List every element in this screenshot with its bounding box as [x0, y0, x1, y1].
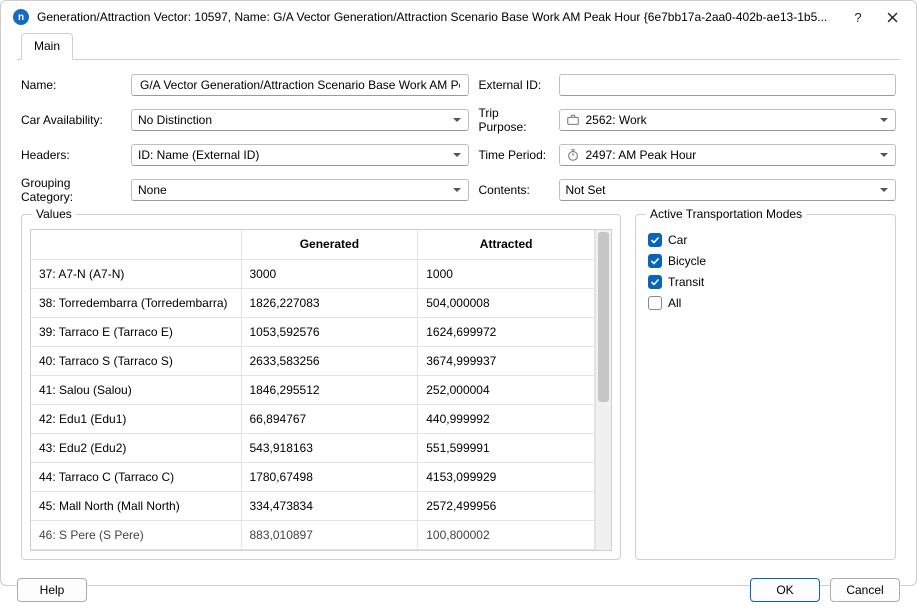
- table-row[interactable]: 41: Salou (Salou)1846,295512252,000004: [31, 375, 595, 404]
- row-label[interactable]: 41: Salou (Salou): [31, 375, 241, 404]
- cell-attracted[interactable]: 1624,699972: [418, 317, 595, 346]
- window-title: Generation/Attraction Vector: 10597, Nam…: [37, 10, 842, 24]
- help-icon[interactable]: ?: [850, 9, 866, 25]
- mode-item[interactable]: Car: [648, 231, 883, 249]
- modes-group: Active Transportation Modes CarBicycleTr…: [635, 214, 896, 560]
- checkbox[interactable]: [648, 275, 662, 289]
- time-period-combo[interactable]: 2497: AM Peak Hour: [559, 144, 897, 166]
- row-label[interactable]: 46: S Pere (S Pere): [31, 520, 241, 549]
- car-availability-combo[interactable]: No Distinction: [131, 109, 469, 131]
- table-row[interactable]: 37: A7-N (A7-N)30001000: [31, 259, 595, 288]
- cell-attracted[interactable]: 2572,499956: [418, 491, 595, 520]
- checkbox[interactable]: [648, 233, 662, 247]
- external-id-label: External ID:: [479, 78, 549, 92]
- cell-generated[interactable]: 334,473834: [241, 491, 418, 520]
- contents-combo[interactable]: Not Set: [559, 179, 897, 201]
- table-row[interactable]: 38: Torredembarra (Torredembarra)1826,22…: [31, 288, 595, 317]
- checkbox[interactable]: [648, 296, 662, 310]
- headers-value: ID: Name (External ID): [138, 148, 259, 162]
- modes-legend: Active Transportation Modes: [646, 207, 806, 221]
- cell-generated[interactable]: 883,010897: [241, 520, 418, 549]
- time-period-label: Time Period:: [479, 148, 549, 162]
- row-label[interactable]: 45: Mall North (Mall North): [31, 491, 241, 520]
- cell-attracted[interactable]: 504,000008: [418, 288, 595, 317]
- cell-attracted[interactable]: 3674,999937: [418, 346, 595, 375]
- values-group: Values Generated Attracted 37: A7-: [21, 214, 621, 560]
- cancel-button[interactable]: Cancel: [830, 578, 900, 602]
- table-row[interactable]: 45: Mall North (Mall North)334,473834257…: [31, 491, 595, 520]
- trip-purpose-value: 2562: Work: [586, 113, 647, 127]
- cell-generated[interactable]: 2633,583256: [241, 346, 418, 375]
- row-label[interactable]: 42: Edu1 (Edu1): [31, 404, 241, 433]
- cell-attracted[interactable]: 4153,099929: [418, 462, 595, 491]
- values-table[interactable]: Generated Attracted 37: A7-N (A7-N)30001…: [30, 229, 612, 551]
- mode-item[interactable]: Transit: [648, 273, 883, 291]
- stopwatch-icon: [566, 148, 580, 162]
- scrollbar-thumb[interactable]: [598, 232, 609, 402]
- row-label[interactable]: 38: Torredembarra (Torredembarra): [31, 288, 241, 317]
- cell-attracted[interactable]: 551,599991: [418, 433, 595, 462]
- external-id-input[interactable]: [559, 74, 897, 96]
- name-input[interactable]: [131, 74, 469, 96]
- checkbox[interactable]: [648, 254, 662, 268]
- contents-value: Not Set: [566, 183, 606, 197]
- row-label[interactable]: 39: Tarraco E (Tarraco E): [31, 317, 241, 346]
- help-button[interactable]: Help: [17, 578, 87, 602]
- time-period-value: 2497: AM Peak Hour: [586, 148, 697, 162]
- app-icon: n: [13, 9, 29, 25]
- trip-purpose-label: Trip Purpose:: [479, 106, 549, 134]
- name-label: Name:: [21, 78, 121, 92]
- mode-item[interactable]: All: [648, 294, 883, 312]
- cell-generated[interactable]: 1846,295512: [241, 375, 418, 404]
- headers-label: Headers:: [21, 148, 121, 162]
- grouping-category-combo[interactable]: None: [131, 179, 469, 201]
- row-label[interactable]: 40: Tarraco S (Tarraco S): [31, 346, 241, 375]
- cell-attracted[interactable]: 100,800002: [418, 520, 595, 549]
- cell-generated[interactable]: 66,894767: [241, 404, 418, 433]
- table-row[interactable]: 42: Edu1 (Edu1)66,894767440,999992: [31, 404, 595, 433]
- car-availability-label: Car Availability:: [21, 113, 121, 127]
- row-label[interactable]: 44: Tarraco C (Tarraco C): [31, 462, 241, 491]
- cell-generated[interactable]: 1053,592576: [241, 317, 418, 346]
- mode-label: Bicycle: [668, 254, 706, 268]
- row-label[interactable]: 37: A7-N (A7-N): [31, 259, 241, 288]
- row-label[interactable]: 43: Edu2 (Edu2): [31, 433, 241, 462]
- grouping-category-label: Grouping Category:: [21, 176, 121, 204]
- car-availability-value: No Distinction: [138, 113, 212, 127]
- cell-attracted[interactable]: 440,999992: [418, 404, 595, 433]
- col-generated[interactable]: Generated: [241, 230, 418, 259]
- cell-generated[interactable]: 3000: [241, 259, 418, 288]
- table-row[interactable]: 44: Tarraco C (Tarraco C)1780,674984153,…: [31, 462, 595, 491]
- col-rowheader[interactable]: [31, 230, 241, 259]
- values-scrollbar[interactable]: [595, 230, 611, 550]
- contents-label: Contents:: [479, 183, 549, 197]
- cell-attracted[interactable]: 1000: [418, 259, 595, 288]
- cell-generated[interactable]: 1780,67498: [241, 462, 418, 491]
- dialog: n Generation/Attraction Vector: 10597, N…: [0, 0, 917, 586]
- cell-generated[interactable]: 543,918163: [241, 433, 418, 462]
- cell-generated[interactable]: 1826,227083: [241, 288, 418, 317]
- table-row[interactable]: 46: S Pere (S Pere)883,010897100,800002: [31, 520, 595, 549]
- titlebar: n Generation/Attraction Vector: 10597, N…: [1, 1, 916, 31]
- mode-label: All: [668, 296, 681, 310]
- headers-combo[interactable]: ID: Name (External ID): [131, 144, 469, 166]
- mode-label: Car: [668, 233, 687, 247]
- briefcase-icon: [566, 113, 580, 127]
- table-row[interactable]: 40: Tarraco S (Tarraco S)2633,5832563674…: [31, 346, 595, 375]
- grouping-category-value: None: [138, 183, 167, 197]
- form-area: Name: External ID: Car Availability: No …: [17, 60, 900, 214]
- ok-button[interactable]: OK: [750, 578, 820, 602]
- close-icon[interactable]: [884, 9, 900, 25]
- table-row[interactable]: 39: Tarraco E (Tarraco E)1053,5925761624…: [31, 317, 595, 346]
- tab-bar: Main: [17, 33, 900, 60]
- tab-main[interactable]: Main: [21, 33, 73, 60]
- mode-label: Transit: [668, 275, 704, 289]
- trip-purpose-combo[interactable]: 2562: Work: [559, 109, 897, 131]
- values-legend: Values: [32, 207, 76, 221]
- table-row[interactable]: 43: Edu2 (Edu2)543,918163551,599991: [31, 433, 595, 462]
- mode-item[interactable]: Bicycle: [648, 252, 883, 270]
- col-attracted[interactable]: Attracted: [418, 230, 595, 259]
- footer: Help OK Cancel: [1, 568, 916, 614]
- cell-attracted[interactable]: 252,000004: [418, 375, 595, 404]
